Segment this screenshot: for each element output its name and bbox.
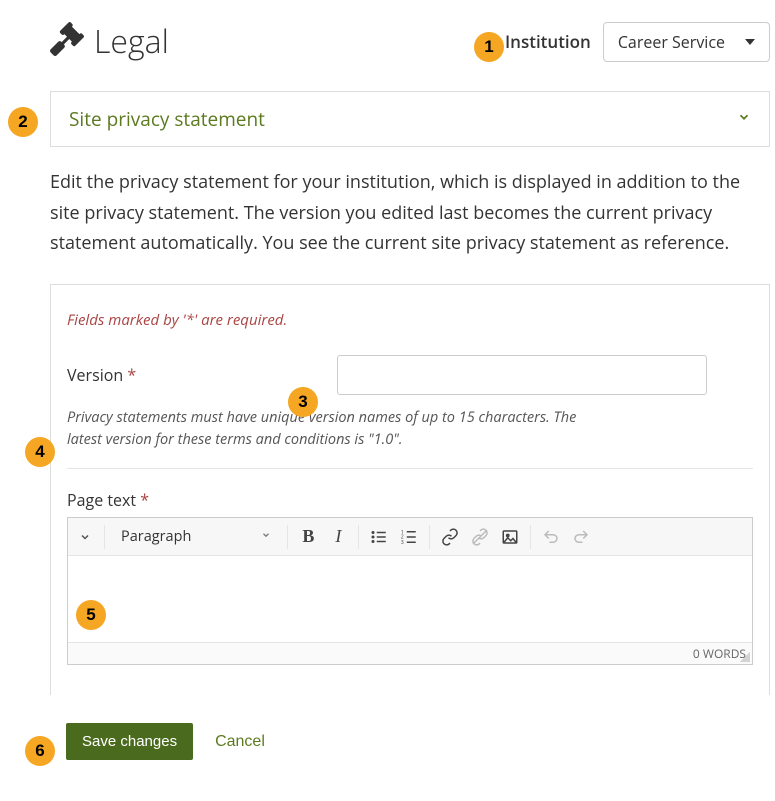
version-label: Version * bbox=[67, 364, 327, 386]
toolbar-separator bbox=[530, 525, 531, 549]
number-list-button[interactable]: 123 bbox=[395, 523, 423, 551]
toolbar-expand-button[interactable] bbox=[72, 531, 98, 543]
editor-toolbar: Paragraph B I 123 bbox=[68, 518, 752, 556]
page-text-label-text: Page text bbox=[67, 489, 136, 511]
form-panel: Fields marked by '*' are required. Versi… bbox=[50, 284, 770, 696]
version-field-row: Version * bbox=[67, 355, 753, 395]
required-fields-note: Fields marked by '*' are required. bbox=[67, 310, 753, 330]
chevron-down-icon bbox=[261, 529, 271, 544]
link-button[interactable] bbox=[436, 523, 464, 551]
accordion-title: Site privacy statement bbox=[69, 106, 265, 132]
page-container: Legal Institution Career Service Site pr… bbox=[0, 10, 775, 760]
word-count: 0 WORDS bbox=[693, 645, 746, 662]
version-label-text: Version bbox=[67, 364, 123, 386]
page-header: Legal Institution Career Service bbox=[0, 10, 775, 73]
toolbar-separator bbox=[287, 525, 288, 549]
editor-body[interactable] bbox=[68, 556, 752, 642]
bold-button[interactable]: B bbox=[294, 523, 322, 551]
site-privacy-accordion[interactable]: Site privacy statement bbox=[50, 91, 770, 147]
toolbar-separator bbox=[358, 525, 359, 549]
gavel-icon bbox=[50, 22, 84, 61]
version-input[interactable] bbox=[337, 355, 707, 395]
institution-select[interactable]: Career Service bbox=[603, 22, 770, 62]
description-text: Edit the privacy statement for your inst… bbox=[50, 167, 770, 259]
version-helper-text: Privacy statements must have unique vers… bbox=[67, 407, 607, 451]
chevron-down-icon bbox=[737, 110, 751, 129]
page-text-label: Page text * bbox=[67, 489, 753, 511]
resize-handle[interactable] bbox=[740, 652, 750, 662]
callout-1: 1 bbox=[474, 32, 504, 62]
toolbar-separator bbox=[104, 525, 105, 549]
toolbar-separator bbox=[429, 525, 430, 549]
page-title: Legal bbox=[94, 20, 169, 63]
caret-down-icon bbox=[745, 39, 755, 45]
svg-text:3: 3 bbox=[401, 538, 404, 546]
image-button[interactable] bbox=[496, 523, 524, 551]
undo-button[interactable] bbox=[537, 523, 565, 551]
institution-group: Institution Career Service bbox=[505, 22, 770, 62]
callout-4: 4 bbox=[25, 437, 55, 467]
editor-footer: 0 WORDS bbox=[68, 642, 752, 664]
field-divider bbox=[67, 468, 753, 469]
required-star: * bbox=[140, 489, 149, 511]
unlink-button[interactable] bbox=[466, 523, 494, 551]
rich-text-editor: Paragraph B I 123 bbox=[67, 517, 753, 665]
title-group: Legal bbox=[50, 20, 169, 63]
callout-3: 3 bbox=[288, 387, 318, 417]
redo-button[interactable] bbox=[567, 523, 595, 551]
required-star: * bbox=[127, 364, 136, 386]
format-value: Paragraph bbox=[121, 527, 191, 546]
form-actions: Save changes Cancel bbox=[66, 723, 770, 760]
callout-6: 6 bbox=[25, 736, 55, 766]
callout-5: 5 bbox=[76, 600, 106, 630]
callout-2: 2 bbox=[8, 107, 38, 137]
cancel-button[interactable]: Cancel bbox=[215, 733, 265, 751]
institution-label: Institution bbox=[505, 30, 591, 53]
format-select[interactable]: Paragraph bbox=[111, 525, 281, 548]
italic-button[interactable]: I bbox=[324, 523, 352, 551]
save-button[interactable]: Save changes bbox=[66, 723, 193, 760]
bullet-list-button[interactable] bbox=[365, 523, 393, 551]
institution-value: Career Service bbox=[618, 31, 725, 53]
